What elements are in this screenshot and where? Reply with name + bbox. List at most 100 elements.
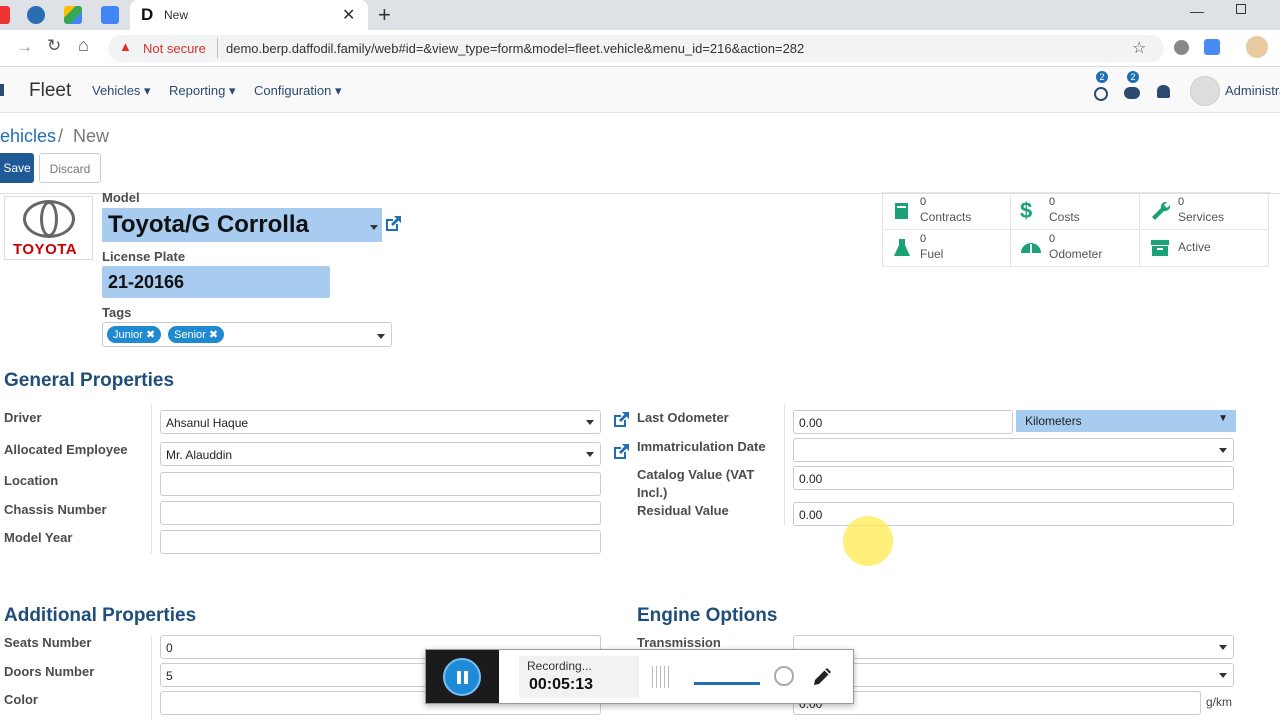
home-icon[interactable]: ⌂ [78,35,89,56]
tag-junior-label: Junior [113,329,143,341]
seats-number-value: 0 [166,641,173,655]
tag-senior[interactable]: Senior ✖ [168,326,225,343]
tag-senior-label: Senior [174,329,206,341]
odometer-label: Odometer [1049,247,1103,261]
transmission-caret[interactable] [1219,645,1227,650]
tab-favicon-2[interactable] [27,6,45,24]
control-panel: ehicles / New Save Discard [0,114,1280,194]
extension-icon[interactable] [1174,40,1189,55]
breadcrumb-current: New [73,126,110,146]
browser-toolbar: → ↻ ⌂ ▲ Not secure demo.berp.daffodil.fa… [0,30,1280,67]
close-tab-icon[interactable]: ✕ [342,5,355,25]
discard-button[interactable]: Discard [39,153,101,183]
active-tab[interactable]: D New ✕ [130,0,368,30]
apps-menu-icon[interactable] [0,84,4,96]
bookmark-star-icon[interactable]: ☆ [1132,38,1146,58]
activity-clock-icon[interactable] [1094,87,1108,101]
services-count: 0 [1178,196,1185,208]
contracts-label: Contracts [920,210,972,224]
fuel-label: Fuel [920,247,944,261]
profile-avatar[interactable] [1246,36,1268,58]
tags-dropdown-caret[interactable] [377,334,385,339]
model-dropdown-caret[interactable] [370,225,378,230]
costs-button[interactable]: $ 0 Costs [1012,193,1140,230]
user-name[interactable]: Administra [1225,83,1280,98]
translate-icon[interactable] [1204,39,1220,55]
minimize-icon[interactable]: — [1190,3,1204,19]
bell-icon[interactable] [1157,85,1170,98]
pencil-icon[interactable] [811,664,835,688]
messages-icon[interactable] [1124,87,1140,99]
webcam-icon[interactable] [774,666,794,686]
general-properties-heading: General Properties [4,370,175,391]
color-label: Color [4,692,38,707]
model-year-field[interactable] [160,530,601,554]
employee-dropdown-caret[interactable] [586,452,594,457]
menu-reporting[interactable]: Reporting ▾ [169,83,236,99]
driver-label: Driver [4,410,42,425]
smart-buttons: 0 Contracts $ 0 Costs 0 Services 0 Fuel … [882,192,1271,267]
driver-dropdown-caret[interactable] [586,420,594,425]
app-navbar: Fleet Vehicles ▾ Reporting ▾ Configurati… [0,67,1280,113]
menu-vehicles-label: Vehicles [92,83,141,98]
driver-value: Ahsanul Haque [166,416,249,430]
menu-vehicles[interactable]: Vehicles ▾ [92,83,151,99]
address-bar[interactable]: ▲ Not secure demo.berp.daffodil.family/w… [108,35,1164,62]
services-button[interactable]: 0 Services [1141,193,1269,230]
immatriculation-date-caret[interactable] [1219,448,1227,453]
chassis-number-label: Chassis Number [4,502,107,517]
odometer-unit-select[interactable]: Kilometers ▼ [1016,410,1236,432]
google-docs-tab-icon[interactable] [101,6,119,24]
active-toggle-button[interactable]: Active [1141,230,1269,267]
location-field[interactable] [160,472,601,496]
driver-external-link-icon[interactable] [612,411,630,429]
user-avatar[interactable] [1190,76,1220,106]
model-field[interactable]: Toyota/G Corrolla [102,208,382,242]
new-tab-icon[interactable]: + [378,2,391,28]
restore-icon[interactable] [1236,4,1246,14]
employee-external-link-icon[interactable] [612,443,630,461]
model-value: Toyota/G Corrolla [108,211,309,238]
last-odometer-field[interactable]: 0.00 [793,410,1013,434]
allocated-employee-label: Allocated Employee [4,442,128,457]
menu-configuration[interactable]: Configuration ▾ [254,83,341,99]
external-link-icon[interactable] [384,215,402,233]
forward-icon[interactable]: → [16,37,33,57]
tags-label: Tags [102,305,132,320]
fuel-type-caret[interactable] [1219,673,1227,678]
recorder-toolbar: Recording... 00:05:13 [425,649,854,704]
warning-icon: ▲ [119,39,132,54]
tag-junior[interactable]: Junior ✖ [107,326,162,343]
transmission-field[interactable] [793,635,1234,659]
allocated-employee-field[interactable]: Mr. Alauddin [160,442,601,466]
pause-icon-bar-left [457,671,461,684]
services-label: Services [1178,210,1225,224]
recorder-pause-panel [426,650,499,703]
save-button[interactable]: Save [0,153,34,183]
fuel-count: 0 [920,233,927,245]
reload-icon[interactable]: ↻ [47,36,61,56]
url-text: demo.berp.daffodil.family/web#id=&view_t… [226,41,805,56]
pause-icon-bar-right [464,671,468,684]
last-odometer-value: 0.00 [799,416,823,430]
license-plate-field[interactable]: 21-20166 [102,266,330,298]
immatriculation-date-field[interactable] [793,438,1234,462]
vehicle-image[interactable]: TOYOTA [4,196,93,260]
volume-slider[interactable] [694,682,760,685]
contracts-button[interactable]: 0 Contracts [883,193,1011,230]
tab-favicon-1[interactable] [0,6,10,24]
odometer-button[interactable]: 0 Odometer [1012,230,1140,267]
catalog-value-field[interactable]: 0.00 [793,466,1234,490]
driver-field[interactable]: Ahsanul Haque [160,410,601,434]
google-drive-tab-icon[interactable] [64,6,82,24]
residual-value: 0.00 [799,508,823,522]
co2-field[interactable]: 0.00 [793,691,1201,715]
pause-button[interactable] [443,658,481,696]
odometer-count: 0 [1049,233,1056,245]
chassis-number-field[interactable] [160,501,601,525]
breadcrumb-vehicles[interactable]: ehicles [0,126,56,147]
active-label: Active [1178,240,1211,254]
fuel-type-field[interactable] [793,663,1234,687]
model-label: Model [102,190,140,205]
fuel-button[interactable]: 0 Fuel [883,230,1011,267]
